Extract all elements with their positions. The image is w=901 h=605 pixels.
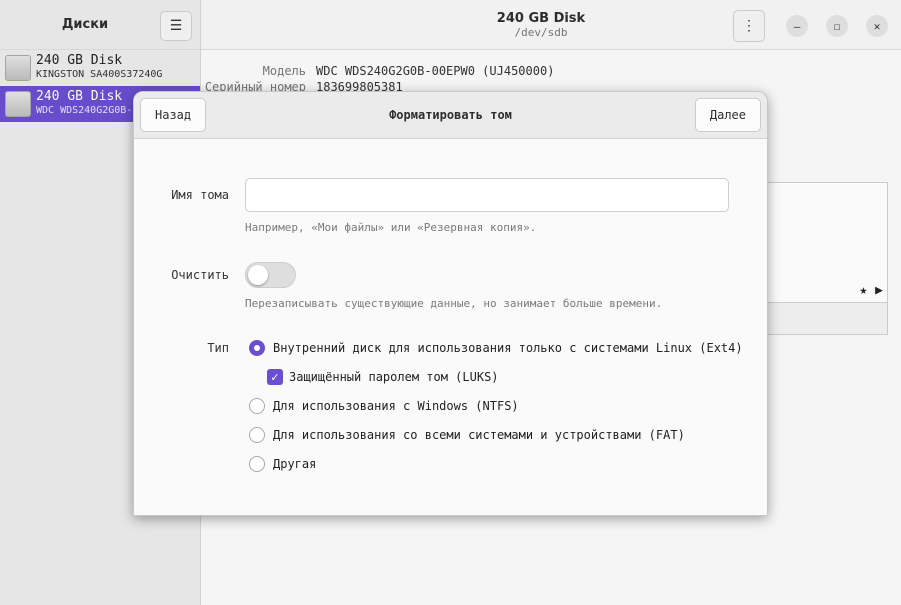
next-button[interactable]: Далее	[694, 98, 761, 132]
dialog-header: Назад Форматировать том Далее	[134, 92, 767, 139]
luks-option[interactable]: ✓ Защищённый паролем том (LUKS)	[267, 369, 499, 385]
option-label: Для использования с Windows (NTFS)	[273, 399, 519, 413]
type-option-ext4[interactable]: Внутренний диск для использования только…	[249, 340, 743, 356]
back-button[interactable]: Назад	[140, 98, 207, 132]
format-volume-dialog: Назад Форматировать том Далее Имя тома Н…	[133, 91, 768, 516]
type-option-ntfs[interactable]: Для использования с Windows (NTFS)	[249, 398, 519, 414]
radio-ext4[interactable]	[249, 340, 265, 356]
option-label: Защищённый паролем том (LUKS)	[289, 370, 499, 384]
type-option-fat[interactable]: Для использования со всеми системами и у…	[249, 427, 685, 443]
option-label: Для использования со всеми системами и у…	[273, 428, 685, 442]
volume-name-hint: Например, «Мои файлы» или «Резервная коп…	[245, 221, 537, 234]
type-option-other[interactable]: Другая	[249, 456, 316, 472]
erase-label: Очистить	[171, 268, 229, 282]
erase-toggle[interactable]	[245, 262, 296, 288]
erase-hint: Перезаписывать существующие данные, но з…	[245, 297, 663, 310]
disks-window: Диски ☰ 240 GB Disk KINGSTON SA400S37240…	[0, 0, 901, 605]
toggle-knob	[248, 265, 268, 285]
dialog-title: Форматировать том	[389, 108, 512, 122]
option-label: Другая	[273, 457, 317, 471]
volume-name-input[interactable]	[245, 178, 729, 212]
radio-ntfs[interactable]	[249, 398, 265, 414]
radio-fat[interactable]	[249, 427, 265, 443]
radio-other[interactable]	[249, 456, 265, 472]
checkmark-icon[interactable]: ✓	[267, 369, 283, 385]
option-label: Внутренний диск для использования только…	[273, 341, 743, 355]
volume-name-label: Имя тома	[171, 188, 229, 202]
type-label: Тип	[207, 341, 229, 355]
